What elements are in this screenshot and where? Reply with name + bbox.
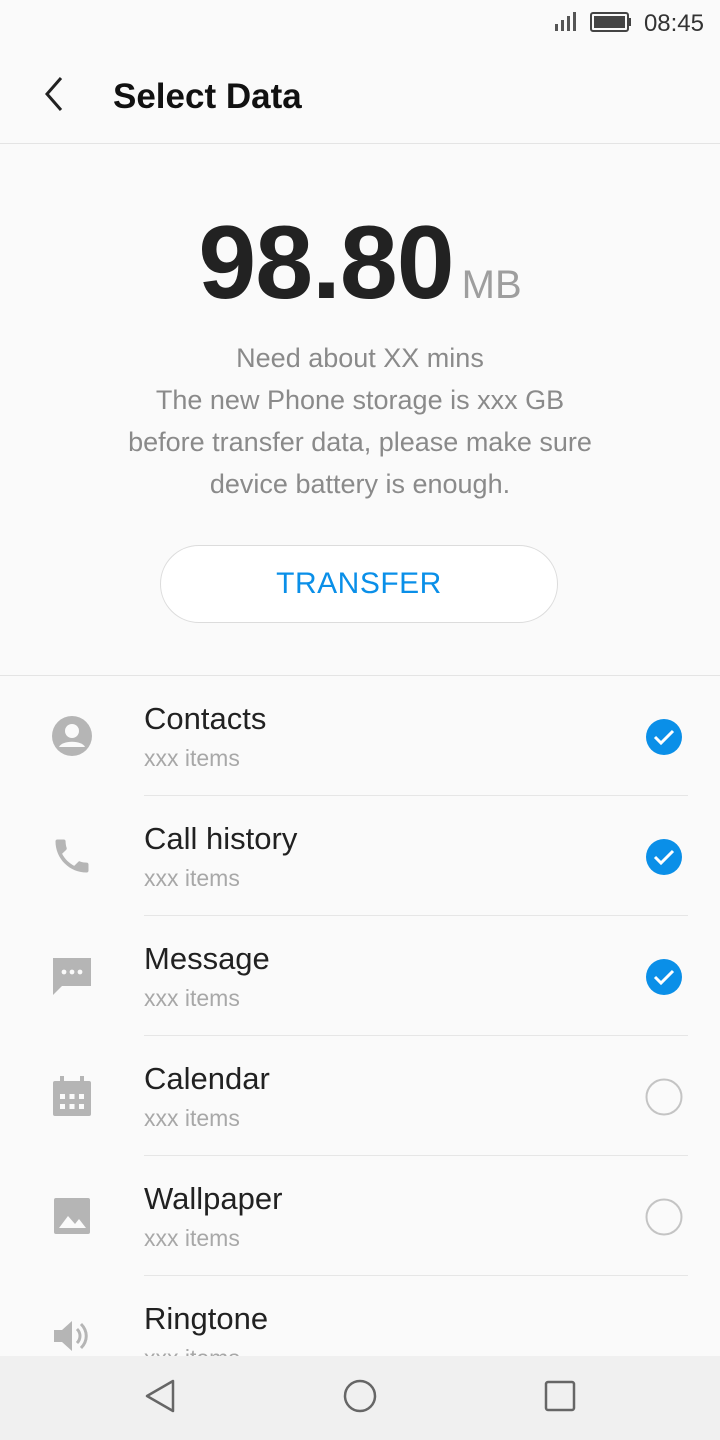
- back-arrow-icon: [39, 74, 69, 119]
- message-icon: [44, 948, 100, 1004]
- circle-home-icon: [342, 1378, 378, 1419]
- data-type-list: Contacts xxx items Call history xxx item…: [0, 676, 720, 1396]
- unchecked-circle-icon[interactable]: [645, 1198, 683, 1236]
- list-item-wallpaper[interactable]: Wallpaper xxx items: [0, 1156, 720, 1276]
- system-nav-bar: [0, 1356, 720, 1440]
- description-line: device battery is enough.: [209, 469, 511, 499]
- phone-icon: [44, 828, 100, 884]
- item-count: xxx items: [144, 985, 240, 1011]
- nav-back-button[interactable]: [140, 1378, 180, 1418]
- transfer-description: Need about XX mins The new Phone storage…: [0, 337, 720, 505]
- nav-home-button[interactable]: [340, 1378, 380, 1418]
- triangle-back-icon: [143, 1378, 177, 1419]
- data-size-value: 98.80: [198, 205, 454, 321]
- item-label: Call history: [144, 821, 298, 856]
- item-label: Contacts: [144, 701, 267, 736]
- square-recents-icon: [542, 1378, 578, 1419]
- checked-icon[interactable]: [645, 958, 683, 996]
- signal-icon: [554, 11, 578, 37]
- item-label: Message: [144, 941, 270, 976]
- item-count: xxx items: [144, 865, 240, 891]
- item-count: xxx items: [144, 1105, 240, 1131]
- transfer-button[interactable]: TRANSFER: [160, 545, 558, 623]
- checked-icon[interactable]: [645, 838, 683, 876]
- item-label: Calendar: [144, 1061, 270, 1096]
- item-count: xxx items: [144, 745, 240, 771]
- data-size-unit: MB: [461, 263, 522, 307]
- list-item-message[interactable]: Message xxx items: [0, 916, 720, 1036]
- item-label: Wallpaper: [144, 1181, 283, 1216]
- list-item-contacts[interactable]: Contacts xxx items: [0, 676, 720, 796]
- app-header: Select Data: [0, 48, 720, 144]
- back-button[interactable]: [24, 66, 84, 126]
- battery-icon: [589, 11, 632, 37]
- list-item-call-history[interactable]: Call history xxx items: [0, 796, 720, 916]
- checked-icon[interactable]: [645, 718, 683, 756]
- item-count: xxx items: [144, 1225, 240, 1251]
- image-icon: [44, 1188, 100, 1244]
- description-line: Need about XX mins: [236, 343, 484, 373]
- calendar-icon: [44, 1068, 100, 1124]
- list-item-calendar[interactable]: Calendar xxx items: [0, 1036, 720, 1156]
- nav-recents-button[interactable]: [540, 1378, 580, 1418]
- page-title: Select Data: [113, 77, 302, 116]
- contacts-icon: [44, 708, 100, 764]
- description-line: The new Phone storage is xxx GB: [155, 385, 565, 415]
- status-time: 08:45: [643, 10, 704, 37]
- status-bar: 08:45: [0, 0, 720, 48]
- data-size: 98.80 MB: [0, 205, 720, 321]
- description-line: before transfer data, please make sure: [128, 427, 592, 457]
- unchecked-circle-icon[interactable]: [645, 1078, 683, 1116]
- item-label: Ringtone: [144, 1301, 269, 1336]
